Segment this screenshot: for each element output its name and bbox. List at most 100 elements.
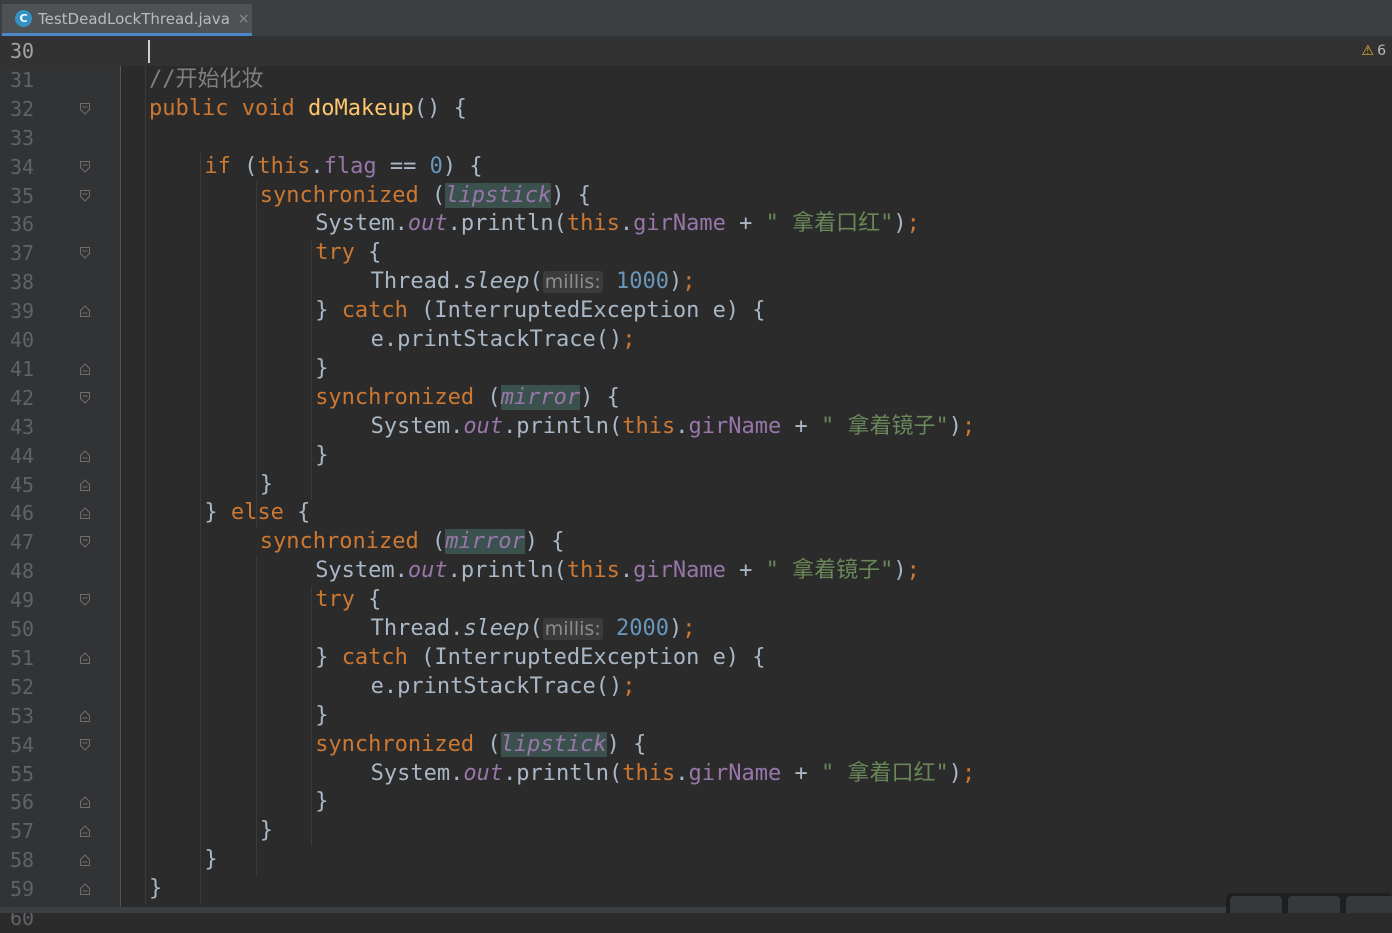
- line-number: 40: [10, 328, 35, 352]
- parameter-hint: millis:: [542, 618, 603, 640]
- code-line[interactable]: 30: [0, 37, 1392, 66]
- code-token: (: [244, 153, 258, 179]
- code-line[interactable]: 37 try {: [0, 239, 1392, 268]
- code-token: (: [431, 182, 446, 208]
- code-line[interactable]: 35 synchronized (lipstick) {: [0, 182, 1392, 211]
- fold-open-icon[interactable]: [80, 247, 90, 260]
- toolbar-button[interactable]: [1346, 896, 1392, 913]
- code-line[interactable]: 57}: [0, 817, 1392, 846]
- code-line[interactable]: 42 synchronized (mirror) {: [0, 384, 1392, 413]
- fold-close-icon[interactable]: [80, 305, 90, 318]
- fold-open-icon[interactable]: [80, 102, 90, 115]
- code-line[interactable]: 59}: [0, 875, 1392, 904]
- code-line[interactable]: 43 System.out.println(this.girName + " 拿着…: [0, 413, 1392, 442]
- code-text: try {: [315, 239, 381, 268]
- code-text: synchronized (lipstick) {: [315, 731, 646, 760]
- code-line[interactable]: 34 if (this.flag == 0) {: [0, 153, 1392, 182]
- toolbar-button[interactable]: [1288, 896, 1340, 913]
- line-number: 43: [10, 414, 35, 439]
- code-line[interactable]: 40 e.printStackTrace();: [0, 326, 1392, 355]
- code-line[interactable]: 49 try {: [0, 586, 1392, 615]
- fold-close-icon[interactable]: [80, 449, 90, 462]
- code-line[interactable]: 50 Thread.sleep(millis: 2000);: [0, 615, 1392, 644]
- code-text: } else {: [204, 499, 310, 528]
- code-editor[interactable]: 30 31//开始化妆 32 public void doMakeup() {33 34…: [0, 37, 1392, 930]
- code-line[interactable]: 44}: [0, 442, 1392, 471]
- fold-open-icon[interactable]: [80, 189, 90, 202]
- line-number: 52: [10, 674, 35, 699]
- code-token: .println(: [447, 558, 567, 584]
- code-token: catch: [341, 298, 422, 324]
- code-token: ;: [906, 558, 920, 584]
- toolbar-button[interactable]: [1230, 896, 1282, 913]
- code-line[interactable]: 48 System.out.println(this.girName + " 拿着…: [0, 557, 1392, 586]
- fold-open-icon[interactable]: [80, 391, 90, 404]
- code-token: this: [622, 413, 676, 439]
- line-number: 31: [10, 67, 35, 92]
- code-token: girName: [633, 558, 726, 584]
- fold-close-icon[interactable]: [80, 825, 90, 838]
- fold-close-icon[interactable]: [80, 883, 90, 896]
- code-token: System.: [315, 211, 408, 237]
- code-line[interactable]: 53}: [0, 702, 1392, 731]
- line-number: 59: [10, 877, 35, 902]
- code-line[interactable]: 51} catch (InterruptedException e) {: [0, 644, 1392, 673]
- code-token: .println(: [503, 760, 623, 786]
- code-token: }: [149, 876, 163, 902]
- code-line[interactable]: 58}: [0, 846, 1392, 875]
- code-token: {: [368, 240, 382, 266]
- close-icon[interactable]: ×: [238, 11, 250, 27]
- code-token: +: [725, 211, 766, 237]
- warning-indicator[interactable]: ⚠ 6: [1362, 43, 1386, 59]
- code-line[interactable]: 45}: [0, 471, 1392, 500]
- code-line[interactable]: 55 System.out.println(this.girName + " 拿着…: [0, 760, 1392, 789]
- code-token: }: [315, 355, 329, 381]
- fold-close-icon[interactable]: [80, 507, 90, 520]
- fold-close-icon[interactable]: [80, 478, 90, 491]
- code-line[interactable]: 46} else {: [0, 499, 1392, 528]
- code-line[interactable]: 41}: [0, 355, 1392, 384]
- horizontal-scrollbar[interactable]: [0, 907, 1392, 913]
- fold-close-icon[interactable]: [80, 652, 90, 664]
- fold-close-icon[interactable]: [80, 796, 90, 809]
- code-token: System.: [370, 413, 464, 439]
- fold-open-icon[interactable]: [80, 536, 90, 549]
- code-token: flag: [323, 153, 377, 179]
- code-token: () {: [413, 95, 467, 121]
- code-token: (: [529, 269, 543, 295]
- fold-open-icon[interactable]: [80, 160, 90, 173]
- code-line[interactable]: 39} catch (InterruptedException e) {: [0, 297, 1392, 326]
- editor-tab-testdeadlockthread[interactable]: C TestDeadLockThread.java ×: [2, 4, 252, 36]
- code-token: +: [781, 760, 821, 786]
- code-token: try: [315, 240, 369, 266]
- code-line[interactable]: 31 //开始化妆: [0, 66, 1392, 95]
- line-number: 48: [10, 559, 35, 584]
- code-token: +: [725, 558, 766, 584]
- line-number: 42: [10, 385, 35, 410]
- code-line[interactable]: 56}: [0, 788, 1392, 817]
- code-line[interactable]: 54 synchronized (lipstick) {: [0, 731, 1392, 760]
- code-text: System.out.println(this.girName + " 拿着镜子…: [371, 413, 976, 442]
- code-line[interactable]: 33: [0, 124, 1392, 153]
- editor-tab-bar: C TestDeadLockThread.java ×: [0, 0, 1392, 37]
- fold-close-icon[interactable]: [80, 709, 90, 722]
- java-class-icon: C: [15, 10, 32, 27]
- line-number: 51: [10, 645, 35, 670]
- code-token: doMakeup: [307, 95, 414, 121]
- code-token: lipstick: [445, 182, 552, 208]
- code-token: " 拿着口红": [820, 760, 949, 786]
- code-line[interactable]: 36 System.out.println(this.girName + " 拿着…: [0, 210, 1392, 239]
- fold-close-icon[interactable]: [80, 363, 90, 375]
- fold-close-icon[interactable]: [80, 854, 90, 867]
- fold-open-icon[interactable]: [80, 594, 90, 606]
- code-token: }: [204, 500, 231, 526]
- code-token: }: [315, 298, 342, 324]
- code-line[interactable]: 32 public void doMakeup() {: [0, 95, 1392, 124]
- code-line[interactable]: 52 e.printStackTrace();: [0, 673, 1392, 702]
- code-line[interactable]: 47 synchronized (mirror) {: [0, 528, 1392, 557]
- line-number: 35: [10, 183, 35, 208]
- fold-open-icon[interactable]: [80, 738, 90, 751]
- code-token: ): [668, 616, 683, 641]
- code-token: }: [259, 818, 274, 844]
- code-line[interactable]: 38 Thread.sleep(millis: 1000);: [0, 268, 1392, 297]
